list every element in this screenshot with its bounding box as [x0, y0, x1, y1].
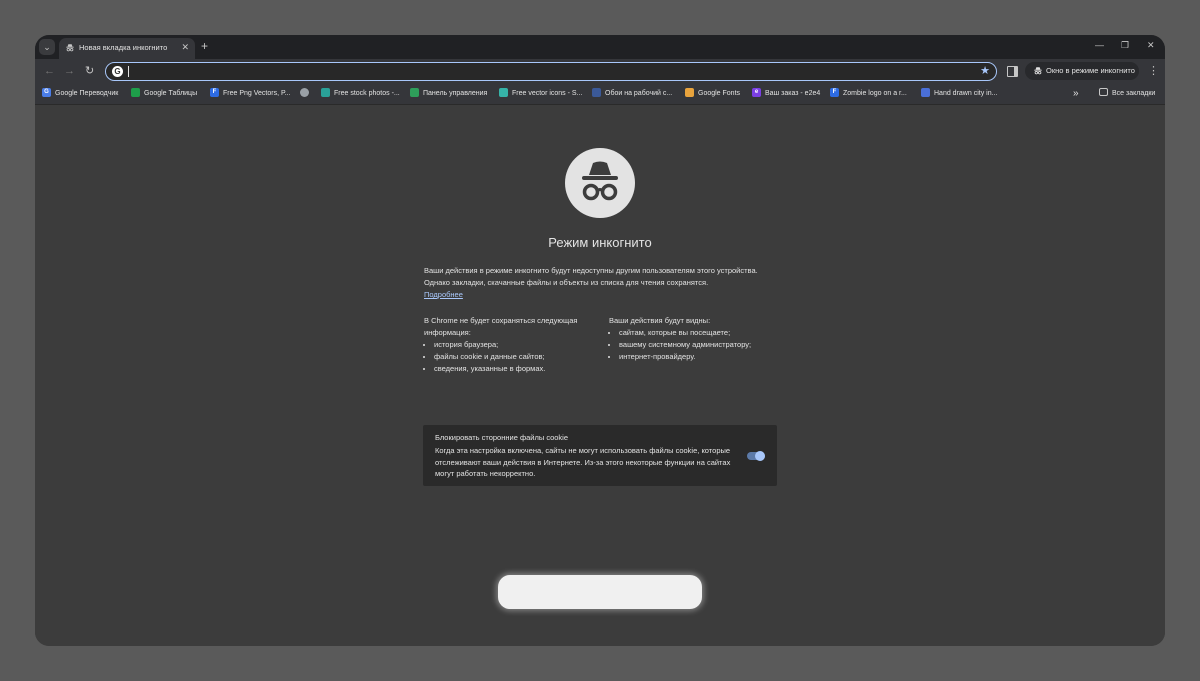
incognito-window-chip[interactable]: Окно в режиме инкогнито: [1025, 62, 1139, 80]
bookmark-item[interactable]: F Free Png Vectors, P...: [210, 87, 291, 100]
cookie-description: Когда эта настройка включена, сайты не м…: [435, 446, 731, 478]
tab-strip: ⌄ Новая вкладка инкогнито ✕ + — ❐ ✕: [35, 35, 1165, 59]
bookmarks-bar: G Google Переводчик Google Таблицы F Free …: [35, 84, 1165, 105]
block-cookies-toggle[interactable]: [747, 451, 765, 461]
three-dots-icon[interactable]: ⋮: [1148, 65, 1159, 77]
globe-icon: [300, 87, 309, 97]
toggle-knob: [755, 451, 765, 461]
bookmark-item[interactable]: Hand drawn city in...: [921, 87, 997, 100]
list-item: сайтам, которые вы посещаете;: [619, 327, 784, 339]
side-panel-icon[interactable]: [1007, 66, 1018, 77]
bookmark-favicon-icon: F: [210, 87, 219, 97]
bookmark-favicon-icon: [499, 87, 508, 97]
plus-icon[interactable]: +: [201, 39, 208, 53]
visible-to-list: Ваши действия будут видны: сайтам, котор…: [609, 315, 784, 363]
bookmark-item[interactable]: [300, 87, 313, 100]
bookmark-favicon-icon: e: [752, 87, 761, 97]
toolbar: ← → ↻ G ★ Окно в режиме инкогнито ⋮: [35, 59, 1165, 84]
cookie-settings-card: Блокировать сторонние файлы cookie Когда…: [423, 425, 777, 486]
page-title: Режим инкогнито: [548, 235, 652, 250]
incognito-icon: [565, 148, 635, 218]
incognito-ntp: Режим инкогнито Ваши действия в режиме и…: [35, 105, 1165, 646]
cookie-title: Блокировать сторонние файлы cookie: [435, 433, 569, 442]
bookmark-item[interactable]: Free stock photos -...: [321, 87, 400, 100]
incognito-chip-label: Окно в режиме инкогнито: [1046, 66, 1135, 75]
restore-icon[interactable]: ❐: [1121, 40, 1129, 51]
bookmark-favicon-icon: [131, 87, 140, 97]
chevron-down-icon[interactable]: ⌄: [39, 39, 55, 55]
bookmark-item[interactable]: G Google Переводчик: [42, 87, 118, 100]
bookmark-favicon-icon: [321, 87, 330, 97]
incognito-icon: [66, 44, 74, 52]
bookmark-item[interactable]: Google Fonts: [685, 87, 740, 100]
google-icon: G: [112, 66, 123, 77]
all-bookmarks-button[interactable]: Все закладки: [1099, 88, 1155, 100]
bookmark-item[interactable]: e Ваш заказ - e2e4: [752, 87, 820, 100]
bookmark-item[interactable]: F Zombie logo on a r...: [830, 87, 907, 100]
visible-heading: Ваши действия будут видны:: [609, 316, 711, 325]
learn-more-link[interactable]: Подробнее: [424, 290, 463, 299]
list-item: история браузера;: [434, 339, 599, 351]
list-item: интернет-провайдеру.: [619, 351, 784, 363]
list-item: вашему системному администратору;: [619, 339, 784, 351]
bookmark-favicon-icon: [921, 87, 930, 97]
tab-title: Новая вкладка инкогнито: [79, 43, 168, 52]
browser-window: ⌄ Новая вкладка инкогнито ✕ + — ❐ ✕ ← → …: [35, 35, 1165, 646]
text-cursor: [128, 66, 129, 77]
bookmark-favicon-icon: G: [42, 87, 51, 97]
bookmark-item[interactable]: Google Таблицы: [131, 87, 197, 100]
incognito-icon: [1034, 67, 1042, 75]
bookmark-item[interactable]: Панель управления: [410, 87, 487, 100]
bookmark-item[interactable]: Обои на рабочий с...: [592, 87, 672, 100]
list-item: файлы cookie и данные сайтов;: [434, 351, 599, 363]
redacted-overlay: [498, 575, 702, 609]
minimize-icon[interactable]: —: [1095, 40, 1104, 50]
bookmark-favicon-icon: [410, 87, 419, 97]
not-saved-heading: В Chrome не будет сохраняться следующая …: [424, 316, 578, 337]
bookmark-favicon-icon: [685, 87, 694, 97]
intro-text: Ваши действия в режиме инкогнито будут н…: [424, 266, 758, 299]
close-window-icon[interactable]: ✕: [1147, 40, 1155, 51]
bookmark-favicon-icon: F: [830, 87, 839, 97]
address-bar[interactable]: G ★: [105, 62, 997, 81]
arrow-left-icon[interactable]: ←: [44, 65, 55, 77]
folder-icon: [1099, 88, 1108, 97]
reload-icon[interactable]: ↻: [85, 65, 94, 77]
list-item: сведения, указанные в формах.: [434, 363, 599, 375]
bookmark-favicon-icon: [592, 87, 601, 97]
bookmark-item[interactable]: Free vector icons - S...: [499, 87, 582, 100]
arrow-right-icon[interactable]: →: [64, 65, 75, 77]
tab-incognito[interactable]: Новая вкладка инкогнито ✕: [59, 38, 195, 59]
close-icon[interactable]: ✕: [181, 42, 189, 53]
not-saved-list: В Chrome не будет сохраняться следующая …: [424, 315, 599, 375]
star-icon[interactable]: ★: [980, 64, 990, 77]
bookmarks-overflow-button[interactable]: »: [1073, 88, 1079, 100]
